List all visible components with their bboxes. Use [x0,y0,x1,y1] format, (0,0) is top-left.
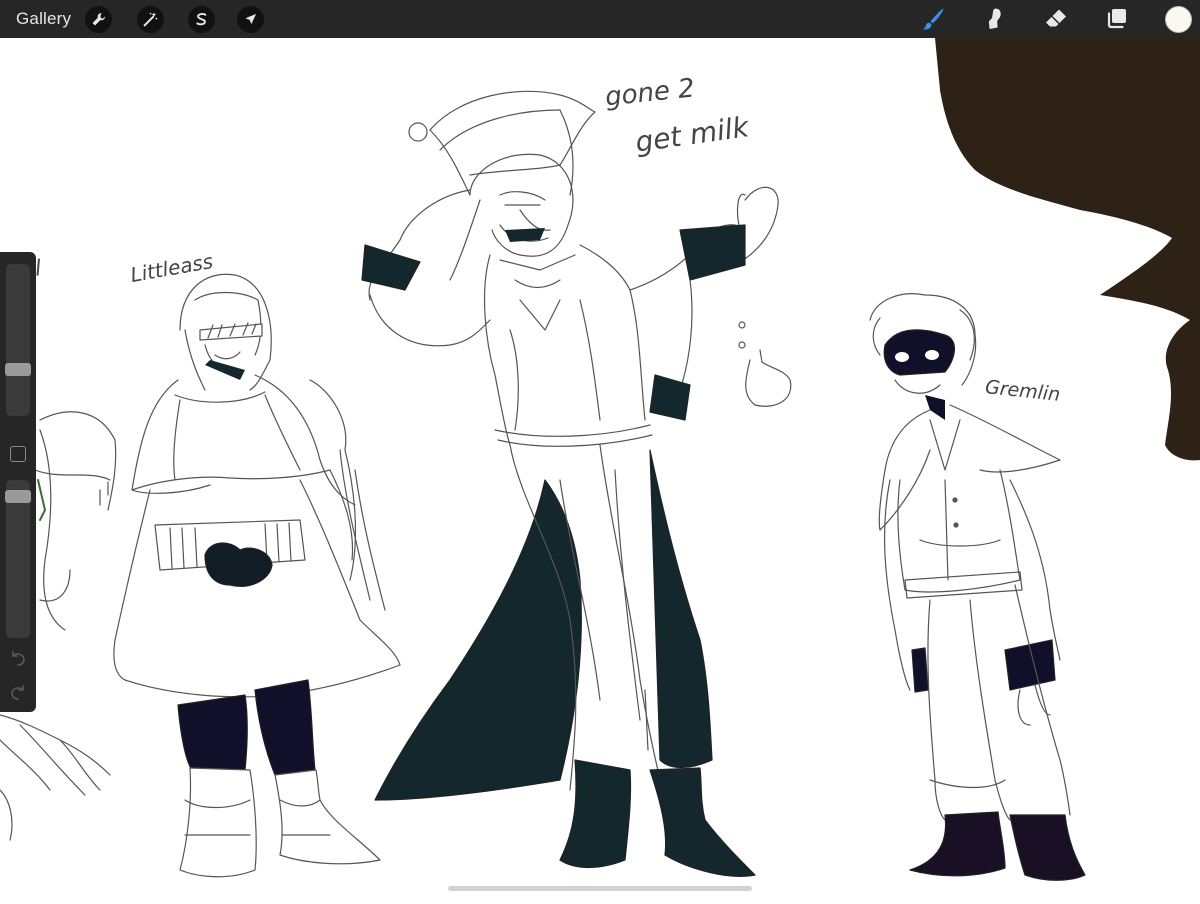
redo-icon[interactable] [9,684,27,702]
drawing-canvas[interactable]: girl Littleass gone 2 get milk Gremlin [0,38,1200,899]
smudge-tool-button[interactable] [980,4,1010,34]
eraser-icon [1046,9,1066,27]
transform-button[interactable] [237,6,264,33]
selection-s-icon [196,13,207,26]
brush-icon [922,8,944,30]
brush-size-slider[interactable] [5,264,31,416]
gallery-button[interactable]: Gallery [16,9,71,29]
selection-button[interactable] [188,6,215,33]
brush-sidebar [0,252,36,712]
wrench-icon [92,13,105,26]
magic-wand-icon [143,12,158,27]
adjustments-button[interactable] [137,6,164,33]
littleass-figure-sketch [113,273,401,878]
brown-shape [935,38,1200,461]
color-picker-button[interactable] [1165,6,1192,33]
smudge-icon [988,8,1001,29]
home-indicator[interactable] [448,886,752,891]
opacity-thumb[interactable] [5,490,31,503]
paint-tool-button[interactable] [918,4,948,34]
modify-button[interactable] [10,446,26,462]
undo-icon[interactable] [9,650,27,668]
gremlin-figure-sketch [869,293,1086,881]
top-toolbar: Gallery [0,0,1200,38]
erase-tool-button[interactable] [1041,4,1071,34]
sketch-artwork [0,38,1200,881]
actions-button[interactable] [85,6,112,33]
arrow-cursor-icon [245,13,257,25]
layers-button[interactable] [1102,4,1132,34]
brush-size-thumb[interactable] [5,363,31,376]
opacity-slider[interactable] [5,480,31,638]
layers-icon [1107,9,1126,29]
center-figure-sketch [361,90,792,877]
